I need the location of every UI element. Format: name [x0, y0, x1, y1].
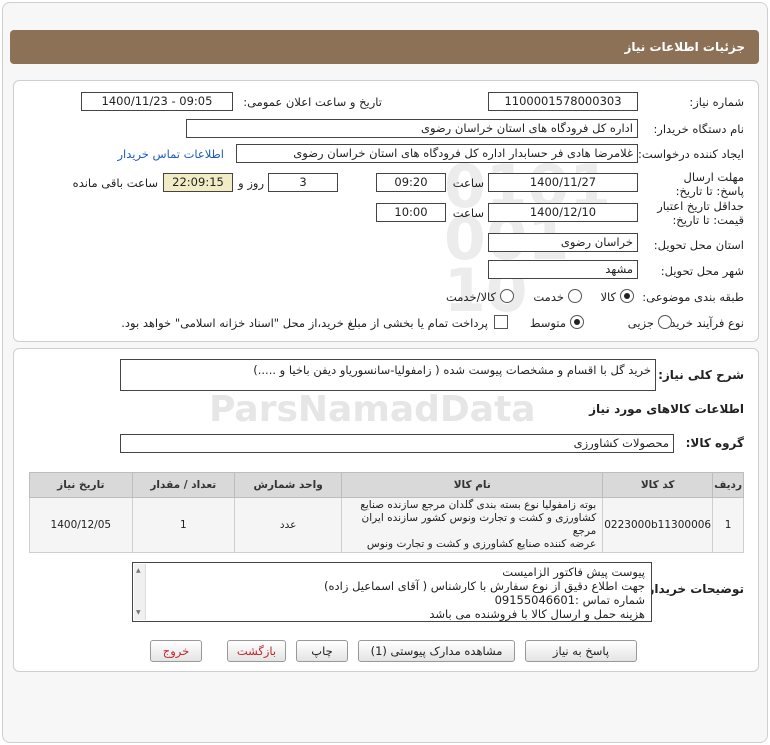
- remaining-time-field: 22:09:15: [163, 173, 233, 192]
- reply-date-field: 1400/11/27: [488, 173, 638, 192]
- reply-deadline-label: مهلت ارسال پاسخ: تا تاریخ:: [675, 170, 744, 198]
- watermark-brand: ParsNamadData: [209, 389, 536, 430]
- process-option-medium: متوسط: [529, 316, 566, 330]
- creator-label: ایجاد کننده درخواست:: [638, 147, 744, 161]
- print-button[interactable]: چاپ: [296, 640, 348, 662]
- exit-button[interactable]: خروج: [150, 640, 202, 662]
- category-option-service: خدمت: [533, 290, 564, 304]
- notes-line: جهت اطلاع دقیق از نوع سفارش با کارشناس (…: [324, 579, 645, 593]
- category-option-goods: کالا: [600, 290, 616, 304]
- notes-line: پیوست پیش فاکتور الزامیست: [502, 565, 645, 579]
- process-radio-minor[interactable]: [658, 315, 672, 329]
- buyer-org-label: نام دستگاه خریدار:: [653, 122, 744, 136]
- view-attachments-button[interactable]: مشاهده مدارک پیوستی (1): [358, 640, 515, 662]
- need-number-field: 1100001578000303: [488, 92, 638, 111]
- goods-group-field: محصولات کشاورزی: [120, 434, 674, 453]
- city-label: شهر محل تحویل:: [660, 264, 744, 278]
- buyer-org-field: اداره کل فرودگاه های استان خراسان رضوی: [186, 119, 638, 138]
- cell-name-line: بوته زامفولیا نوع بسته بندی گلدان مرجع س…: [360, 499, 597, 511]
- need-info-panel: 010100110 شماره نیاز: 1100001578000303 ت…: [13, 80, 759, 342]
- process-label: نوع فرآیند خرید :: [662, 316, 744, 330]
- cell-name-line: کشاورزی و کشت و تجارت ونوس کشور سازنده ا…: [361, 512, 597, 537]
- validity-time-field: 10:00: [376, 203, 446, 222]
- treasury-payment-note: پرداخت تمام یا بخشی از مبلغ خرید،از محل …: [121, 316, 488, 330]
- back-button[interactable]: بازگشت: [227, 640, 286, 662]
- cell-row-number: 1: [712, 497, 744, 553]
- process-radio-medium[interactable]: [570, 315, 584, 329]
- col-header-name: نام کالا: [341, 472, 604, 498]
- col-header-date: تاریخ نیاز: [29, 472, 133, 498]
- remaining-label: ساعت باقی مانده: [72, 176, 158, 190]
- col-header-row: ردیف: [712, 472, 744, 498]
- table-row: 1 0223000b11300006 بوته زامفولیا نوع بست…: [29, 497, 744, 553]
- treasury-payment-checkbox[interactable]: [494, 315, 508, 329]
- buyer-notes-field[interactable]: پیوست پیش فاکتور الزامیست جهت اطلاع دقیق…: [132, 562, 652, 622]
- cell-name: بوته زامفولیا نوع بسته بندی گلدان مرجع س…: [341, 497, 604, 553]
- category-option-goods-service: کالا/خدمت: [445, 290, 496, 304]
- cell-qty: 1: [131, 497, 235, 553]
- province-field: خراسان رضوی: [488, 233, 638, 252]
- days-field: 3: [268, 173, 338, 192]
- notes-scrollbar[interactable]: [134, 564, 146, 620]
- days-label: روز و: [238, 176, 264, 190]
- notes-line: هزینه حمل و ارسال کالا با فروشنده می باش…: [429, 607, 645, 621]
- col-header-code: کد کالا: [602, 472, 714, 498]
- summary-label: شرح کلی نیاز:: [658, 368, 744, 382]
- col-header-qty: تعداد / مقدار: [131, 472, 235, 498]
- buyer-notes-section: توضیحات خریدار: پیوست پیش فاکتور الزامیس…: [14, 549, 758, 629]
- province-label: استان محل تحویل:: [653, 238, 744, 252]
- items-table: ردیف کد کالا نام کالا واحد شمارش تعداد /…: [29, 472, 744, 553]
- notes-line: شماره تماس :09155046601: [494, 593, 645, 607]
- category-radio-goods-service[interactable]: [500, 289, 514, 303]
- reply-button[interactable]: پاسخ به نیاز: [525, 640, 637, 662]
- goods-group-label: گروه کالا:: [685, 436, 744, 450]
- reply-time-field: 09:20: [376, 173, 446, 192]
- col-header-unit: واحد شمارش: [233, 472, 343, 498]
- reply-time-label: ساعت: [452, 176, 484, 190]
- creator-field: غلامرضا هادی فر حسابدار اداره کل فرودگاه…: [236, 144, 638, 163]
- cell-unit: عدد: [233, 497, 343, 553]
- validity-label: حداقل تاریخ اعتبار قیمت: تا تاریخ:: [657, 199, 744, 227]
- announce-label: تاریخ و ساعت اعلان عمومی:: [243, 95, 382, 109]
- need-number-label: شماره نیاز:: [689, 95, 744, 109]
- items-section-title: اطلاعات کالاهای مورد نیاز: [589, 402, 744, 416]
- validity-date-field: 1400/12/10: [488, 203, 638, 222]
- process-option-minor: جزیی: [627, 316, 654, 330]
- category-radio-service[interactable]: [568, 289, 582, 303]
- page-title: جزئیات اطلاعات نیاز: [624, 40, 745, 54]
- category-radio-goods[interactable]: [620, 289, 634, 303]
- category-label: طبقه بندی موضوعی:: [642, 290, 744, 304]
- page-header: جزئیات اطلاعات نیاز: [10, 30, 759, 64]
- contact-info-link[interactable]: اطلاعات تماس خریدار: [117, 147, 224, 161]
- cell-code: 0223000b11300006: [602, 497, 714, 553]
- summary-field: خرید گل با اقسام و مشخصات پیوست شده ( زا…: [120, 359, 656, 391]
- cell-date: 1400/12/05: [29, 497, 133, 553]
- buyer-notes-label: توضیحات خریدار:: [642, 582, 744, 596]
- city-field: مشهد: [488, 260, 638, 279]
- need-details-panel: ParsNamadData شرح کلی نیاز: خرید گل با ا…: [13, 348, 759, 672]
- announce-field: 1400/11/23 - 09:05: [81, 92, 233, 111]
- validity-time-label: ساعت: [452, 206, 484, 220]
